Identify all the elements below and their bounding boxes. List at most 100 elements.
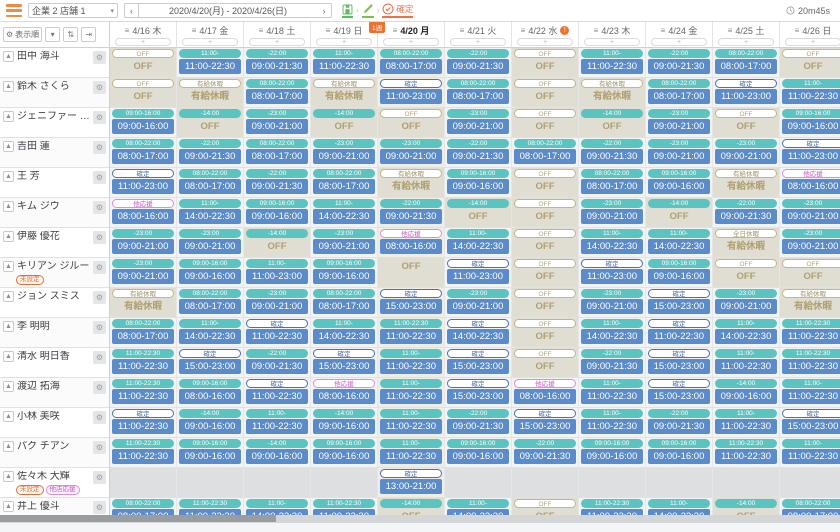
shift-cell[interactable]: -22:0009:00-21:30: [244, 168, 311, 197]
shift-cell[interactable]: 08:00-22:0008:00-17:00: [110, 138, 177, 167]
shift-status-pill[interactable]: 11:00-: [179, 49, 241, 58]
shift-time-chip[interactable]: 15:00-23:00: [447, 359, 509, 374]
shift-cell[interactable]: -22:0009:00-21:30: [445, 408, 512, 437]
shift-time-chip[interactable]: 11:00-22:30: [112, 359, 174, 374]
shift-time-chip[interactable]: 11:00-22:30: [380, 419, 442, 434]
shift-status-pill[interactable]: -14:00: [715, 499, 777, 508]
shift-cell[interactable]: -22:0009:00-21:30: [378, 198, 445, 227]
shift-status-pill[interactable]: OFF: [112, 79, 174, 88]
shift-time-chip[interactable]: 11:00-22:30: [782, 329, 840, 344]
shift-time-chip[interactable]: 08:00-17:00: [648, 89, 710, 104]
shift-status-pill[interactable]: -22:00: [648, 409, 710, 418]
shift-time-chip[interactable]: 11:00-22:30: [782, 389, 840, 404]
shift-time-chip[interactable]: OFF: [514, 179, 576, 194]
shift-time-chip[interactable]: OFF: [514, 269, 576, 284]
employee-settings-gear-icon[interactable]: ⚙: [93, 261, 106, 274]
shift-time-chip[interactable]: OFF: [112, 59, 174, 74]
shift-status-pill[interactable]: 08:00-22:00: [179, 169, 241, 178]
employee-row[interactable]: ▲田中 海斗⚙: [0, 48, 109, 78]
shift-time-chip[interactable]: 09:00-21:00: [648, 119, 710, 134]
column-sort-icon[interactable]: ≡: [192, 26, 197, 35]
shift-cell[interactable]: 09:00-16:0008:00-16:00: [177, 378, 244, 407]
add-shift-button[interactable]: +: [450, 38, 506, 46]
shift-status-pill[interactable]: OFF: [514, 289, 576, 298]
date-column-header[interactable]: 1週≡4/20 月+: [378, 22, 445, 47]
date-column-header[interactable]: ≡4/25 土+: [713, 22, 780, 47]
shift-cell[interactable]: OFFOFF: [512, 258, 579, 287]
shift-status-pill[interactable]: 有給休暇: [782, 289, 840, 298]
shift-cell[interactable]: 11:00-11:00-23:00: [244, 258, 311, 287]
shift-time-chip[interactable]: 09:00-21:00: [246, 299, 308, 314]
shift-status-pill[interactable]: -22:00: [447, 49, 509, 58]
shift-cell[interactable]: [512, 468, 579, 497]
employee-settings-gear-icon[interactable]: ⚙: [93, 141, 106, 154]
shift-status-pill[interactable]: -14:00: [581, 109, 643, 118]
shift-cell[interactable]: -14:00OFF: [445, 198, 512, 227]
shift-time-chip[interactable]: 11:00-22:30: [581, 389, 643, 404]
shift-status-pill[interactable]: 確定: [380, 289, 442, 298]
employee-row[interactable]: ▲李 明明⚙: [0, 318, 109, 348]
shift-status-pill[interactable]: 09:00-16:00: [179, 379, 241, 388]
date-column-header[interactable]: ≡4/16 木+: [110, 22, 177, 47]
shift-status-pill[interactable]: 11:00-: [380, 349, 442, 358]
shift-time-chip[interactable]: 09:00-16:00: [648, 269, 710, 284]
shift-time-chip[interactable]: 11:00-22:30: [313, 59, 375, 74]
shift-time-chip[interactable]: 15:00-23:00: [514, 419, 576, 434]
shift-status-pill[interactable]: -22:00: [447, 139, 509, 148]
shift-cell[interactable]: 有給休暇有給休暇: [110, 288, 177, 317]
shift-cell[interactable]: 08:00-22:0008:00-17:00: [244, 138, 311, 167]
shift-cell[interactable]: -23:0009:00-21:00: [110, 228, 177, 257]
shift-time-chip[interactable]: 11:00-22:30: [112, 419, 174, 434]
shift-status-pill[interactable]: -23:00: [313, 229, 375, 238]
column-sort-icon[interactable]: ≡: [259, 26, 264, 35]
employee-settings-gear-icon[interactable]: ⚙: [93, 381, 106, 394]
shift-status-pill[interactable]: 他応援: [112, 199, 174, 208]
shift-time-chip[interactable]: 09:00-21:30: [715, 209, 777, 224]
shift-status-pill[interactable]: 11:00-22:30: [782, 349, 840, 358]
shift-time-chip[interactable]: 有給休暇: [782, 299, 840, 314]
column-sort-icon[interactable]: ≡: [393, 26, 398, 35]
shift-status-pill[interactable]: 確定: [112, 169, 174, 178]
employee-settings-gear-icon[interactable]: ⚙: [93, 231, 106, 244]
shift-time-chip[interactable]: 09:00-16:00: [112, 119, 174, 134]
employee-row[interactable]: ▲ジェニファー ブ…⚙: [0, 108, 109, 138]
shift-status-pill[interactable]: 11:00-: [581, 379, 643, 388]
shift-time-chip[interactable]: OFF: [514, 59, 576, 74]
shift-time-chip[interactable]: 11:00-22:30: [648, 329, 710, 344]
shift-cell[interactable]: OFFOFF: [378, 108, 445, 137]
shift-cell[interactable]: OFFOFF: [512, 228, 579, 257]
shift-time-chip[interactable]: 11:00-23:00: [246, 269, 308, 284]
shift-status-pill[interactable]: 確定: [447, 349, 509, 358]
shift-time-chip[interactable]: 09:00-21:00: [782, 209, 840, 224]
prev-week-button[interactable]: ‹: [124, 3, 139, 18]
sort-button[interactable]: ⇅: [63, 27, 78, 42]
shift-status-pill[interactable]: -23:00: [648, 139, 710, 148]
employee-settings-gear-icon[interactable]: ⚙: [93, 201, 106, 214]
shift-cell[interactable]: 11:00-11:00-22:30: [780, 78, 840, 107]
shift-status-pill[interactable]: 11:00-: [380, 439, 442, 448]
shift-time-chip[interactable]: 08:00-16:00: [112, 209, 174, 224]
shift-cell[interactable]: [646, 468, 713, 497]
shift-time-chip[interactable]: 09:00-16:00: [313, 419, 375, 434]
shift-status-pill[interactable]: 確定: [581, 259, 643, 268]
shift-status-pill[interactable]: OFF: [514, 349, 576, 358]
shift-cell[interactable]: -23:0009:00-21:00: [177, 228, 244, 257]
shift-status-pill[interactable]: 有給休暇: [313, 79, 375, 88]
shift-status-pill[interactable]: -22:00: [380, 199, 442, 208]
shift-time-chip[interactable]: 08:00-17:00: [581, 179, 643, 194]
shift-cell[interactable]: 09:00-16:0009:00-16:00: [780, 108, 840, 137]
employee-row[interactable]: ▲ジョン スミス⚙: [0, 288, 109, 318]
employee-settings-gear-icon[interactable]: ⚙: [93, 111, 106, 124]
shift-cell[interactable]: 08:00-22:0008:00-17:00: [177, 288, 244, 317]
shift-status-pill[interactable]: -23:00: [112, 259, 174, 268]
shift-status-pill[interactable]: OFF: [112, 49, 174, 58]
shift-cell[interactable]: 11:00-14:00-22:30: [177, 318, 244, 347]
shift-status-pill[interactable]: -23:00: [648, 109, 710, 118]
shift-time-chip[interactable]: 08:00-17:00: [112, 149, 174, 164]
shift-time-chip[interactable]: 11:00-22:30: [380, 359, 442, 374]
shift-cell[interactable]: 08:00-22:0008:00-17:00: [311, 168, 378, 197]
shift-status-pill[interactable]: 確定: [447, 259, 509, 268]
shift-cell[interactable]: 確定11:00-22:30: [244, 318, 311, 347]
shift-cell[interactable]: -23:0009:00-21:00: [445, 288, 512, 317]
shift-time-chip[interactable]: 09:00-16:00: [648, 449, 710, 464]
